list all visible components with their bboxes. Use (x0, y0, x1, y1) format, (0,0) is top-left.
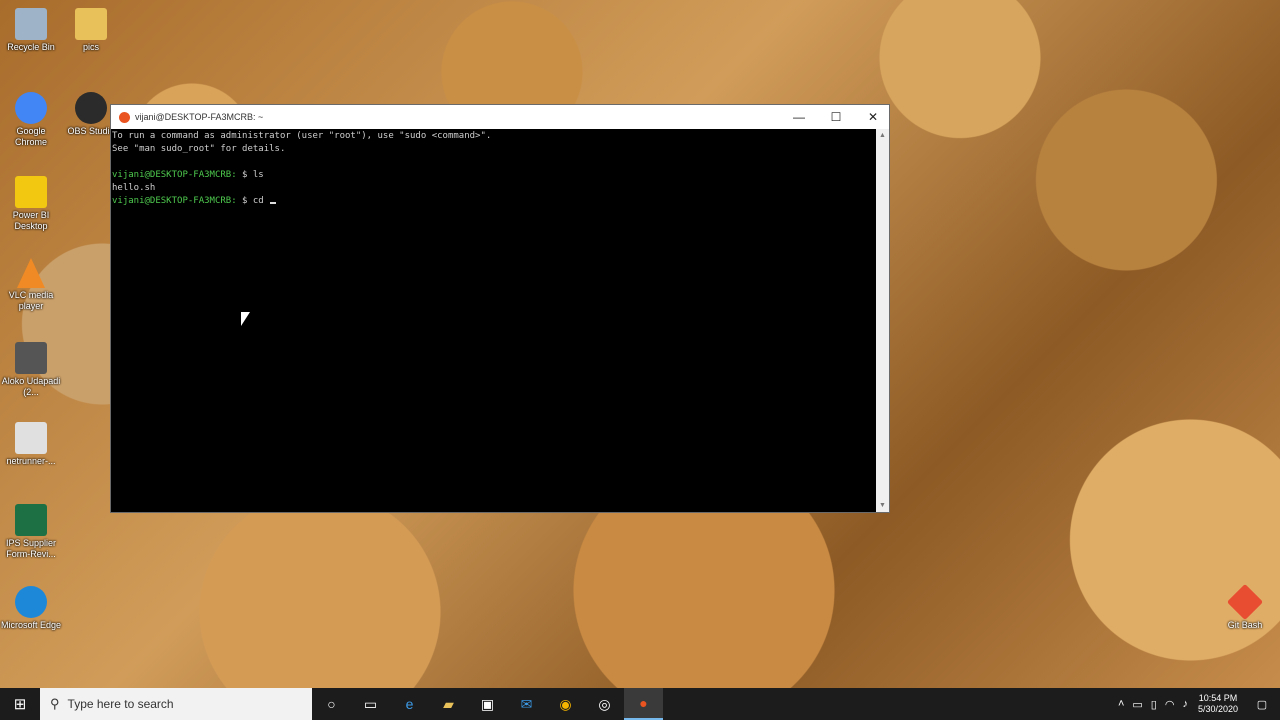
powerbi-icon (15, 176, 47, 208)
window-title: vijani@DESKTOP-FA3MCRB: ~ (135, 112, 264, 122)
git-bash-icon (1226, 583, 1264, 621)
shell-command: $ ls (236, 170, 264, 180)
folder-icon (75, 8, 107, 40)
terminal-line: To run a command as administrator (user … (112, 131, 492, 141)
desktop-icon-git-bash[interactable]: Git Bash (1214, 583, 1276, 631)
clock-date: 5/30/2020 (1197, 704, 1238, 714)
desktop-icon-label: Recycle Bin (7, 42, 55, 52)
scroll-up-arrow-icon[interactable]: ▲ (876, 129, 889, 142)
desktop-icon-netrunner[interactable]: netrunner-... (0, 422, 62, 467)
obs-icon: ◎ (598, 695, 611, 712)
taskbar-search-box[interactable]: ⚲ Type here to search (40, 688, 312, 720)
battery-icon[interactable]: ▯ (1147, 698, 1161, 711)
shell-command: $ cd (236, 196, 270, 206)
taskbar-store[interactable]: ▣ (468, 688, 507, 720)
volume-icon[interactable]: ♪ (1178, 698, 1192, 710)
mouse-pointer-icon (241, 312, 250, 326)
desktop-icon-label: Git Bash (1227, 620, 1263, 630)
terminal-output[interactable]: To run a command as administrator (user … (111, 129, 876, 512)
task-view-icon: ▭ (363, 695, 378, 712)
chevron-up-icon[interactable]: ˄ (1114, 698, 1128, 710)
taskbar-ubuntu[interactable]: ● (624, 688, 663, 720)
desktop-icon-excel[interactable]: IPS Supplier Form-Revi... (0, 504, 62, 560)
desktop-icon-label: OBS Studio (67, 126, 115, 136)
ubuntu-icon: ● (639, 695, 648, 711)
clock-time: 10:54 PM (1198, 693, 1238, 703)
task-view-button[interactable]: ▭ (351, 688, 390, 720)
desktop-icon-recycle-bin[interactable]: Recycle Bin (0, 8, 62, 53)
taskbar-edge[interactable]: e (390, 688, 429, 720)
taskbar-mail[interactable]: ✉ (507, 688, 546, 720)
video-file-icon (15, 342, 47, 374)
obs-icon (75, 92, 107, 124)
system-tray: ˄ ▭ ▯ ◠ ♪ 10:54 PM 5/30/2020 ▢ (1114, 688, 1280, 720)
taskbar: ⊞ ⚲ Type here to search ○ ▭ e ▰ ▣ ✉ ◉ ◎ … (0, 688, 1280, 720)
chrome-icon (15, 92, 47, 124)
text-cursor (270, 202, 277, 204)
recycle-bin-icon (15, 8, 47, 40)
desktop-icon-powerbi[interactable]: Power BI Desktop (0, 176, 62, 232)
taskbar-file-explorer[interactable]: ▰ (429, 688, 468, 720)
desktop-icon-label: netrunner-... (6, 456, 56, 466)
wifi-icon[interactable]: ◠ (1161, 698, 1179, 711)
minimize-button[interactable]: — (781, 105, 817, 129)
ubuntu-icon (119, 111, 130, 123)
search-icon: ⚲ (50, 696, 60, 711)
start-button[interactable]: ⊞ (0, 688, 40, 720)
edge-icon (15, 586, 47, 618)
vertical-scrollbar[interactable]: ▲ ▼ (876, 129, 889, 512)
desktop-icon-label: IPS Supplier Form-Revi... (5, 538, 57, 559)
cortana-button[interactable]: ○ (312, 688, 351, 720)
terminal-line: hello.sh (112, 183, 156, 193)
desktop-icon-label: VLC media player (8, 290, 54, 311)
desktop-icon-label: Aloko Udapadi (2... (1, 376, 61, 397)
taskbar-obs[interactable]: ◎ (585, 688, 624, 720)
terminal-line: See "man sudo_root" for details. (112, 144, 286, 154)
taskbar-chrome[interactable]: ◉ (546, 688, 585, 720)
desktop-icon-edge[interactable]: Microsoft Edge (0, 586, 62, 631)
edge-icon: e (405, 696, 414, 712)
desktop-icon-label: Power BI Desktop (12, 210, 50, 231)
vlc-icon (17, 258, 45, 288)
excel-icon (15, 504, 47, 536)
maximize-button[interactable]: ☐ (818, 105, 854, 129)
close-button[interactable]: ✕ (855, 105, 891, 129)
network-icon[interactable]: ▭ (1128, 698, 1146, 711)
shell-prompt: vijani@DESKTOP-FA3MCRB: (112, 196, 237, 206)
disc-image-icon (15, 422, 47, 454)
scroll-down-arrow-icon[interactable]: ▼ (876, 499, 889, 512)
notification-icon[interactable]: ▢ (1244, 698, 1280, 711)
desktop-icon-label: Google Chrome (14, 126, 47, 147)
desktop-icon-pics[interactable]: pics (60, 8, 122, 53)
terminal-line: vijani@DESKTOP-FA3MCRB: $ cd (112, 195, 875, 208)
terminal-line: vijani@DESKTOP-FA3MCRB: $ ls (112, 169, 875, 182)
window-titlebar[interactable]: vijani@DESKTOP-FA3MCRB: ~ — ☐ ✕ (111, 105, 889, 129)
mail-icon: ✉ (520, 695, 533, 712)
desktop-icon-vlc[interactable]: VLC media player (0, 258, 62, 312)
desktop-icon-label: pics (82, 42, 99, 52)
desktop-icon-video[interactable]: Aloko Udapadi (2... (0, 342, 62, 398)
chrome-icon: ◉ (559, 695, 572, 712)
cortana-icon: ○ (327, 696, 336, 712)
search-placeholder: Type here to search (67, 697, 174, 711)
store-icon: ▣ (480, 695, 495, 712)
windows-logo-icon: ⊞ (13, 696, 27, 713)
folder-icon: ▰ (443, 695, 454, 712)
desktop-icon-label: Microsoft Edge (0, 620, 62, 630)
shell-prompt: vijani@DESKTOP-FA3MCRB: (112, 170, 237, 180)
terminal-window[interactable]: vijani@DESKTOP-FA3MCRB: ~ — ☐ ✕ To run a… (110, 104, 890, 513)
desktop-icon-chrome[interactable]: Google Chrome (0, 92, 62, 148)
taskbar-clock[interactable]: 10:54 PM 5/30/2020 (1192, 693, 1244, 715)
